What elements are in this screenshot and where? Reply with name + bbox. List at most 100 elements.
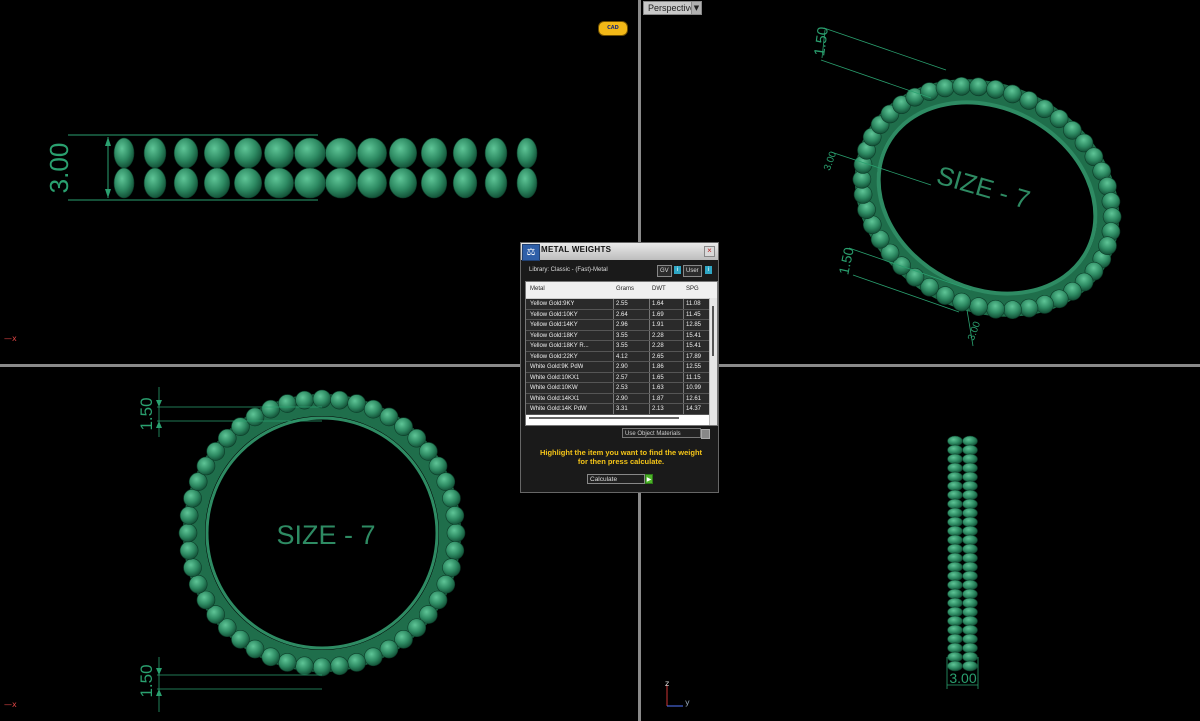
table-row[interactable]: Yellow Gold:10KY 2.64 1.69 11.45 [526,309,709,320]
z-axis-label: z [665,679,670,688]
table-row[interactable]: White Gold:10KW 2.53 1.63 10.99 [526,383,709,394]
dialog-titlebar[interactable]: ⚖ METAL WEIGHTS × [521,243,718,261]
ring-bead [234,137,262,169]
ring-bead [183,489,202,508]
col-spg[interactable]: SPG [686,286,699,292]
ring-bead [312,389,332,409]
ring-bead [962,507,978,519]
table-cell: 1.69 [652,311,664,318]
persp-mid-dim: 3.00 [822,150,839,172]
table-row[interactable]: White Gold:9K PdW 2.90 1.86 12.55 [526,362,709,373]
col-dwt[interactable]: DWT [652,286,666,292]
chevron-down-icon[interactable]: ▼ [691,1,702,15]
ring-bead [947,642,963,654]
instruction-text: Highlight the item you want to find the … [539,448,703,466]
ring-bead [962,489,978,501]
ring-bead [295,656,314,676]
col-metal[interactable]: Metal [530,286,545,292]
ring-bead [516,137,538,169]
close-button[interactable]: × [704,246,715,257]
ring-bead [962,651,978,663]
ring-bead [947,588,963,600]
table-cell: 10.99 [686,385,702,391]
ring-bead [312,657,332,677]
ring-bead [947,480,963,492]
ring-bead [428,456,448,476]
play-icon[interactable]: ▶ [645,474,653,484]
ring-bead [947,534,963,546]
table-cell: White Gold:9K PdW [530,364,584,370]
table-row[interactable]: Yellow Gold:18KY R... 3.55 2.28 15.41 [526,341,709,352]
x-axis-marker-bottom: —x [4,700,17,709]
ring-bead [325,137,357,169]
persp-size-label: SIZE - 7 [934,160,1034,215]
vertical-scrollbar[interactable] [709,298,717,425]
table-row[interactable]: White Gold:10KX1 2.57 1.65 11.15 [526,372,709,383]
table-cell: 2.28 [652,332,664,339]
use-object-materials-toggle[interactable] [701,429,710,439]
ring-bead [962,633,978,645]
ring-bead [234,167,262,199]
gv-button[interactable]: GV [657,265,672,277]
table-cell: 4.12 [616,353,628,360]
table-cell: 1.64 [652,301,664,307]
ring-bead [347,394,366,413]
ring-bead [947,561,963,573]
ring-bead [445,506,465,525]
ring-front-band [113,137,538,199]
table-cell: 3.31 [616,406,628,412]
table-cell: Yellow Gold:18KY [530,332,578,339]
col-grams[interactable]: Grams [616,286,634,292]
dialog-title: METAL WEIGHTS [541,245,612,254]
ring-bead [962,543,978,555]
ring-bead [445,541,465,560]
ring-bead [278,394,297,413]
metal-table[interactable]: Metal Grams DWT SPG Yellow Gold:9KY 2.55 1… [525,281,718,426]
ring-bead [179,541,199,560]
metal-weights-dialog: ⚖ METAL WEIGHTS × Library: Classic - (Fa… [520,242,719,493]
persp-bottom-dim: 3.00 [966,320,983,342]
ring-bead [452,137,478,169]
ring-bead [947,462,963,474]
ring-bead [143,137,167,169]
ring-bead [962,570,978,582]
calculate-button[interactable]: Calculate [587,474,645,484]
use-object-materials-field[interactable]: Use Object Materials [622,428,701,438]
ring-bead [962,588,978,600]
table-cell: 14.37 [686,406,702,412]
scroll-thumb[interactable] [712,306,714,356]
side-view-canvas: 3.00 [666,435,979,707]
gv-info-icon[interactable]: i [674,266,681,274]
table-row[interactable]: Yellow Gold:9KY 2.55 1.64 11.08 [526,299,709,310]
table-row[interactable]: White Gold:14K PdW 3.31 2.13 14.37 [526,404,709,415]
table-cell: 2.90 [616,395,628,402]
table-cell: 1.63 [652,385,664,391]
user-info-icon[interactable]: i [705,266,712,274]
side-width-dim: 3.00 [949,670,976,686]
ring-bead [484,167,508,199]
table-row[interactable]: White Gold:14KX1 2.90 1.87 12.61 [526,393,709,404]
ring-bead [947,606,963,618]
persp-top-dim: 1.50 [811,26,832,57]
table-cell: 2.28 [652,343,664,349]
persp-left-dim: 1.50 [835,246,856,276]
ring-bead [516,167,538,199]
ring-bead [261,399,281,419]
ring-bead [484,137,508,169]
table-row[interactable]: Yellow Gold:22KY 4.12 2.65 17.89 [526,351,709,362]
ring-bead [264,167,294,199]
table-header: Metal Grams DWT SPG [526,282,717,299]
ring-bead [962,435,978,447]
table-cell: 12.55 [686,364,702,370]
ring-bead [962,480,978,492]
table-cell: 3.55 [616,343,628,349]
table-row[interactable]: Yellow Gold:14KY 2.96 1.91 12.85 [526,320,709,331]
table-row[interactable]: Yellow Gold:18KY 3.55 2.28 15.41 [526,330,709,341]
user-button[interactable]: User [683,265,702,277]
viewport-perspective[interactable]: 1.50 3.00 1.50 3.00 SIZE - 7 Perspective… [641,0,1200,364]
horizontal-scrollbar[interactable] [529,417,679,419]
library-label: Library: Classic - (Fast)-Metal [529,267,608,273]
viewport-side[interactable]: 3.00 z y [641,367,1200,721]
ring-bead [294,137,326,169]
table-cell: White Gold:14K PdW [530,406,587,412]
